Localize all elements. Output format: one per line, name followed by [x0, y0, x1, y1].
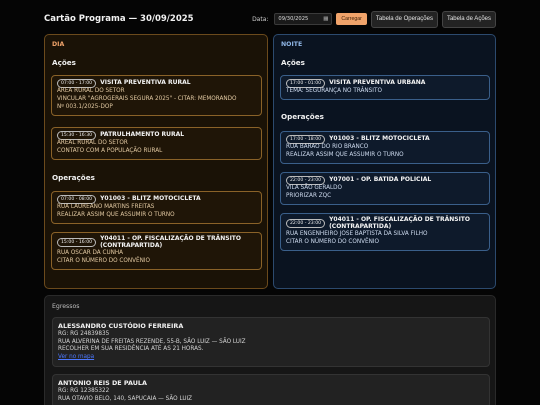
card-line: RUA OSCAR DA CUNHA	[57, 249, 124, 256]
card-line: Nº 003.1/2025-DOP	[57, 103, 113, 110]
toolbar: Data: 09/30/2025 ▦ Carregar Tabela de Op…	[252, 10, 496, 28]
day-action-card[interactable]: 07:00 - 17:00 VISITA PREVENTIVA RURAL AR…	[51, 75, 262, 116]
night-panel: NOITE Ações 17:00 - 01:00 VISITA PREVENT…	[273, 34, 496, 289]
night-operations-title: Operações	[281, 112, 324, 121]
card-line: REALIZAR ASSIM QUE ASSUMIR O TURNO	[57, 211, 175, 218]
card-line: CITAR O NÚMERO DO CONVÊNIO	[286, 238, 380, 245]
map-link[interactable]: Ver no mapa	[58, 354, 484, 361]
top-bar: Cartão Programa — 30/09/2025 Data: 09/30…	[44, 10, 496, 28]
egresso-line: RECOLHER EM SUA RESIDÊNCIA ATÉ AS 21 HOR…	[58, 346, 204, 353]
card-line: CONTATO COM A POPULAÇÃO RURAL	[57, 147, 163, 154]
card-title: Y01003 - BLITZ MOTOCICLETA	[100, 195, 201, 203]
card-title: Y04011 - OP. FISCALIZAÇÃO DE TRÂNSITO (C…	[329, 216, 470, 230]
time-badge: 07:00 - 17:00	[57, 79, 97, 88]
date-label: Data:	[252, 15, 269, 23]
time-badge: 22:00 - 23:00	[286, 219, 326, 229]
time-badge: 15:00 - 16:00	[57, 238, 97, 248]
card-title: Y04011 - OP. FISCALIZAÇÃO DE TRÂNSITO (C…	[100, 235, 241, 249]
night-panel-label: NOITE	[281, 41, 303, 48]
day-actions-title: Ações	[52, 58, 76, 67]
day-panel: DIA Ações 07:00 - 17:00 VISITA PREVENTIV…	[44, 34, 268, 289]
card-line: VILA SÃO GERALDO	[286, 185, 342, 191]
card-line: REALIZAR ASSIM QUE ASSUMIR O TURNO	[286, 151, 404, 158]
card-line: AREAL RURAL DO SETOR	[57, 140, 128, 146]
day-operation-card[interactable]: 15:00 - 16:00 Y04011 - OP. FISCALIZAÇÃO …	[51, 232, 262, 270]
day-operations-title: Operações	[52, 173, 95, 182]
time-badge: 07:00 - 08:00	[57, 195, 97, 204]
card-line: RUA BARAO DO RIO BRANCO	[286, 144, 369, 150]
egresso-line: RG: RG 12385322	[58, 387, 110, 394]
egresso-card: ANTONIO REIS DE PAULA RG: RG 12385322 RU…	[52, 374, 490, 405]
egressos-panel: Egressos ALESSANDRO CUSTÓDIO FERREIRA RG…	[44, 295, 496, 405]
card-line: RUA ENGENHEIRO JOSE BAPTISTA DA SILVA FI…	[286, 230, 428, 237]
egressos-title: Egressos	[52, 303, 80, 310]
card-line: AREA RURAL DO SETOR	[57, 88, 125, 94]
egresso-name: ALESSANDRO CUSTÓDIO FERREIRA	[58, 322, 184, 330]
time-badge: 17:00 - 18:00	[286, 135, 326, 144]
card-title: Y07001 - OP. BATIDA POLICIAL	[329, 176, 432, 184]
card-title: VISITA PREVENTIVA RURAL	[100, 79, 191, 87]
card-title: VISITA PREVENTIVA URBANA	[329, 79, 426, 87]
card-line: CITAR O NÚMERO DO CONVÊNIO	[57, 257, 151, 264]
night-actions-title: Ações	[281, 58, 305, 67]
actions-table-button[interactable]: Tabela de Ações	[441, 10, 496, 28]
operations-table-button[interactable]: Tabela de Operações	[370, 10, 438, 28]
date-value: 09/30/2025	[278, 16, 309, 22]
night-operation-card[interactable]: 17:00 - 18:00 Y01003 - BLITZ MOTOCICLETA…	[280, 131, 490, 164]
egresso-card: ALESSANDRO CUSTÓDIO FERREIRA RG: RG 2483…	[52, 317, 490, 367]
card-title: Y01003 - BLITZ MOTOCICLETA	[329, 135, 430, 143]
card-title: PATRULHAMENTO RURAL	[100, 131, 185, 139]
card-line: PRIORIZAR ZQC	[286, 192, 332, 199]
night-action-card[interactable]: 17:00 - 01:00 VISITA PREVENTIVA URBANA T…	[280, 75, 490, 100]
day-operation-card[interactable]: 07:00 - 08:00 Y01003 - BLITZ MOTOCICLETA…	[51, 191, 262, 224]
day-action-card[interactable]: 15:30 - 16:30 PATRULHAMENTO RURAL AREAL …	[51, 127, 262, 160]
card-line: TEMA: SEGURANÇA NO TRÂNSITO	[286, 88, 382, 94]
page-title: Cartão Programa — 30/09/2025	[44, 14, 194, 24]
night-operation-card[interactable]: 22:00 - 23:00 Y07001 - OP. BATIDA POLICI…	[280, 172, 490, 205]
card-line: VINCULAR "AGROGERAIS SEGURA 2025" - CITA…	[57, 95, 237, 102]
egresso-line: RG: RG 24839835	[58, 330, 110, 337]
card-line: RUA LAUREANO MARTINS FREITAS	[57, 204, 155, 210]
night-operation-card[interactable]: 22:00 - 23:00 Y04011 - OP. FISCALIZAÇÃO …	[280, 213, 490, 251]
egresso-name: ANTONIO REIS DE PAULA	[58, 379, 147, 387]
day-panel-label: DIA	[52, 41, 65, 48]
egresso-line: RUA OTAVIO BELO, 140, SAPUCAIA — SÃO LUI…	[58, 395, 193, 402]
date-input[interactable]: 09/30/2025 ▦	[274, 13, 333, 25]
time-badge: 17:00 - 01:00	[286, 79, 326, 88]
load-button[interactable]: Carregar	[336, 13, 367, 25]
time-badge: 15:30 - 16:30	[57, 131, 97, 140]
calendar-icon[interactable]: ▦	[323, 16, 328, 22]
time-badge: 22:00 - 23:00	[286, 176, 326, 185]
